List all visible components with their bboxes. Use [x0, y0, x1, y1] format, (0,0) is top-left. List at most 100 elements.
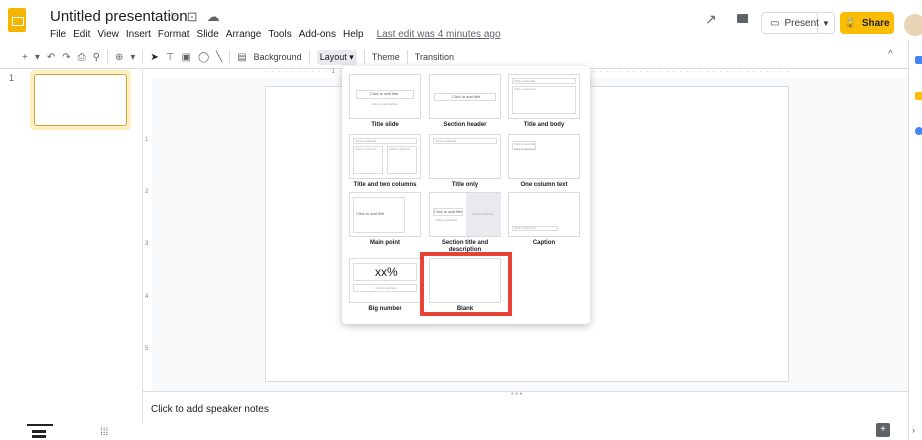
avatar[interactable] [904, 14, 922, 36]
image-icon[interactable]: ▣ [182, 52, 191, 63]
present-label: Present [784, 17, 819, 29]
filmstrip-view-icon[interactable] [32, 427, 46, 438]
menu-slide[interactable]: Slide [197, 29, 219, 40]
present-button[interactable]: ▭ Present ▼ [761, 12, 835, 34]
thumb-caption: Click to add text [514, 226, 536, 230]
shape-icon[interactable]: ◯ [198, 52, 209, 63]
cloud-status-icon[interactable]: ☁ [207, 9, 220, 25]
share-button[interactable]: 🔒 Share [840, 12, 894, 34]
paint-format-icon[interactable]: ⚲ [93, 52, 100, 63]
thumb-body: Click to add text [472, 212, 494, 216]
move-to-folder-icon[interactable]: ⊡ [187, 9, 198, 25]
chevron-down-icon: ▾ [349, 51, 354, 62]
layout-label: Caption [532, 240, 556, 246]
layout-title-only[interactable]: Click to add title Title only [429, 134, 501, 189]
menu-add-ons[interactable]: Add-ons [299, 29, 336, 40]
thumb-subtitle: Click to add text [436, 218, 458, 222]
toolbar-separator [142, 50, 144, 64]
text-box-icon[interactable]: ⊤ [166, 52, 175, 63]
calendar-icon[interactable] [915, 56, 922, 64]
menu-file[interactable]: File [50, 29, 66, 40]
side-panel [908, 40, 922, 440]
toolbar-separator [363, 50, 365, 64]
layout-big-number[interactable]: xx% Click to add text Big number [349, 258, 421, 313]
line-icon[interactable]: ╲ [216, 52, 222, 63]
slide-thumbnail[interactable] [34, 74, 127, 126]
tasks-icon[interactable] [915, 127, 922, 135]
layout-main-point[interactable]: Click to add title Main point [349, 192, 421, 247]
thumb-title: Click to add title [435, 139, 457, 143]
layout-button[interactable]: Layout ▾ [316, 49, 357, 65]
layout-thumbnail: Click to add title [429, 74, 501, 119]
thumb-body: Click to add text [375, 286, 397, 290]
print-icon[interactable]: ⎙ [78, 52, 86, 63]
select-icon[interactable]: ➤ [150, 52, 158, 63]
layout-section-title-description[interactable]: Click to add title Click to add text Cli… [429, 192, 501, 254]
ruler-left[interactable]: 1 2 3 4 5 [143, 86, 152, 381]
trend-icon[interactable]: ↗ [705, 11, 717, 28]
speaker-notes[interactable]: Click to add speaker notes [151, 404, 269, 415]
layout-label: Title and body [523, 122, 565, 128]
ruler-mark: 5 [145, 346, 149, 352]
undo-icon[interactable]: ↶ [47, 52, 55, 63]
collapse-toolbar-icon[interactable]: ^ [888, 49, 893, 60]
slides-logo-icon[interactable] [8, 8, 26, 32]
layout-label: Main point [370, 240, 400, 246]
layout-label: Section header [443, 122, 487, 128]
layout-title-slide[interactable]: Click to add title Click to add subtitle… [349, 74, 421, 129]
resize-handle-icon[interactable]: • • • [511, 391, 522, 398]
thumb-title: Click to add title [355, 139, 377, 143]
redo-icon[interactable]: ↷ [62, 52, 70, 63]
thumb-body: Click to add text [514, 147, 536, 151]
star-icon[interactable]: ☆ [166, 9, 178, 25]
chevron-right-icon[interactable]: › [912, 425, 915, 435]
layout-label: Title slide [371, 122, 399, 128]
highlight-annotation [420, 252, 512, 316]
toolbar: + ▾ ↶ ↷ ⎙ ⚲ ⊕ ▾ ➤ ⊤ ▣ ◯ ╲ ▤ Background L… [22, 47, 454, 67]
thumb-big-number: xx% [375, 265, 398, 279]
add-note-icon[interactable]: + [876, 423, 890, 437]
menu-view[interactable]: View [97, 29, 119, 40]
thumb-title: Click to add title [356, 211, 385, 216]
layout-thumbnail: Click to add title Click to add text Cli… [429, 192, 501, 237]
menu-arrange[interactable]: Arrange [226, 29, 262, 40]
zoom-dropdown-icon[interactable]: ▾ [130, 52, 135, 63]
slides-app: Untitled presentation ☆ ⊡ ☁ File Edit Vi… [0, 0, 922, 440]
layout-thumbnail: xx% Click to add text [349, 258, 421, 303]
new-slide-icon[interactable]: + [22, 52, 28, 63]
new-slide-dropdown-icon[interactable]: ▾ [35, 52, 40, 63]
transition-button[interactable]: Transition [415, 52, 454, 62]
thumb-body: Click to add text [389, 147, 411, 151]
layout-caption[interactable]: Click to add text Caption [508, 192, 580, 247]
zoom-icon[interactable]: ⊕ [115, 52, 123, 63]
comment-icon[interactable] [737, 14, 748, 23]
background-button[interactable]: Background [254, 52, 302, 62]
keep-icon[interactable] [915, 92, 922, 100]
last-edit-link[interactable]: Last edit was 4 minutes ago [377, 29, 501, 40]
menu-help[interactable]: Help [343, 29, 364, 40]
layout-section-header[interactable]: Click to add title Section header [429, 74, 501, 129]
title-icons: ☆ ⊡ ☁ [166, 9, 220, 25]
share-label: Share [861, 17, 890, 29]
toolbar-separator [229, 50, 231, 64]
menu-tools[interactable]: Tools [268, 29, 291, 40]
thumb-title: Click to add title [370, 91, 399, 96]
notes-divider[interactable] [143, 391, 908, 400]
layout-thumbnail: Click to add title Click to add text Cli… [349, 134, 421, 179]
theme-button[interactable]: Theme [372, 52, 400, 62]
ruler-mark: 1 [331, 69, 337, 75]
layout-title-and-body[interactable]: Click to add title Click to add text Tit… [508, 74, 580, 129]
present-options-dropdown[interactable]: ▼ [818, 19, 834, 28]
comment-add-icon[interactable]: ▤ [237, 52, 246, 63]
layout-one-column-text[interactable]: Click to add title Click to add text One… [508, 134, 580, 189]
toolbar-separator [106, 50, 108, 64]
layout-thumbnail: Click to add title Click to add subtitle [349, 74, 421, 119]
lock-icon: 🔒 [844, 17, 857, 29]
grid-view-icon[interactable]: ⁞⁞⁞ [100, 427, 108, 438]
layout-title-two-columns[interactable]: Click to add title Click to add text Cli… [349, 134, 421, 189]
layout-thumbnail: Click to add title [349, 192, 421, 237]
menu-format[interactable]: Format [158, 29, 190, 40]
present-main[interactable]: ▭ Present [762, 13, 819, 33]
menu-edit[interactable]: Edit [73, 29, 90, 40]
menu-insert[interactable]: Insert [126, 29, 151, 40]
